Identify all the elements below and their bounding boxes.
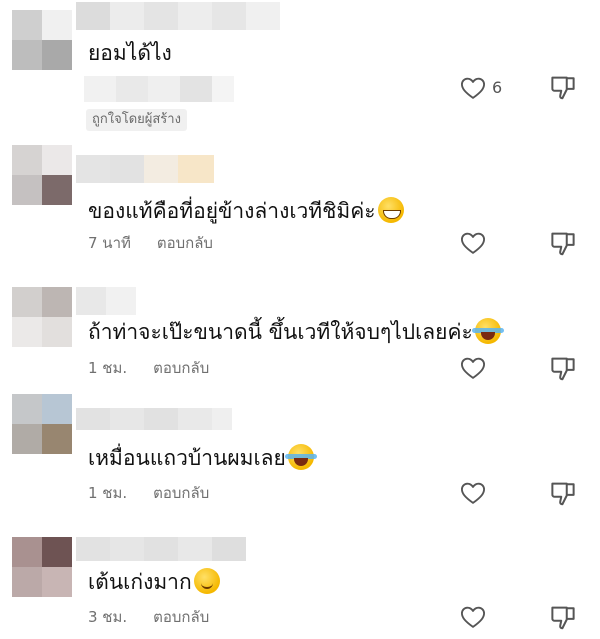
thumbs-down-outline-icon[interactable] [548,602,578,632]
timestamp: 1 ชม. [88,484,128,502]
comment-text-content: เต้นเก่งมาก [88,570,192,594]
creator-liked-badge: ถูกใจโดยผู้สร้าง [86,109,187,131]
username-blurred[interactable] [76,2,280,30]
timestamp: 1 ชม. [88,359,128,377]
like-count: 6 [492,78,503,97]
comment-text-content: ของแท้คือที่อยู่ข้างล่างเวทีชิมิค่ะ [88,199,376,223]
heart-outline-icon[interactable] [458,479,488,507]
reply-blurred [84,76,234,102]
comment-item: ของแท้คือที่อยู่ข้างล่างเวทีชิมิค่ะ 7 นา… [0,140,600,265]
comment-text: ของแท้คือที่อยู่ข้างล่างเวทีชิมิค่ะ [88,196,404,226]
username-blurred[interactable] [76,155,214,183]
thumbs-down-outline-icon[interactable] [548,478,578,508]
timestamp: 3 ชม. [88,608,128,626]
thumbs-down-outline-icon[interactable] [548,72,578,102]
comment-text-content: ถ้าท่าจะเป๊ะขนาดนี้ ขึ้นเวทีให้จบๆไปเลยค… [88,320,473,344]
comment-meta: 1 ชม. ตอบกลับ [88,482,209,504]
comment-text-content: เหมื่อนแถวบ้านผมเลย [88,446,286,470]
comments-list: ยอมได้ไง ถูกใจโดยผู้สร้าง 6 ของแท้คือที่… [0,0,600,639]
avatar[interactable] [12,394,72,454]
heart-outline-icon[interactable] [458,74,488,102]
smiling-face-emoji [193,568,220,594]
avatar[interactable] [12,537,72,597]
heart-outline-icon[interactable] [458,229,488,257]
reply-button[interactable]: ตอบกลับ [153,484,209,502]
username-blurred[interactable] [76,287,136,315]
comment-text: เต้นเก่งมาก [88,567,220,597]
avatar[interactable] [12,10,72,70]
username-blurred[interactable] [76,537,246,561]
reply-button[interactable]: ตอบกลับ [157,234,213,252]
comment-text: ยอมได้ไง [88,41,172,65]
thumbs-down-outline-icon[interactable] [548,353,578,383]
comment-text: ถ้าท่าจะเป๊ะขนาดนี้ ขึ้นเวทีให้จบๆไปเลยค… [88,317,504,347]
comment-item: ถ้าท่าจะเป๊ะขนาดนี้ ขึ้นเวทีให้จบๆไปเลยค… [0,265,600,390]
tears-of-joy-emoji [284,444,317,470]
avatar[interactable] [12,287,72,347]
grinning-face-emoji [377,197,404,223]
heart-outline-icon[interactable] [458,354,488,382]
comment-meta: 7 นาที ตอบกลับ [88,232,213,254]
thumbs-down-outline-icon[interactable] [548,228,578,258]
username-blurred[interactable] [76,408,232,430]
comment-meta: 1 ชม. ตอบกลับ [88,357,209,379]
comment-item: เต้นเก่งมาก 3 ชม. ตอบกลับ [0,515,600,639]
comment-item: ยอมได้ไง ถูกใจโดยผู้สร้าง 6 [0,0,600,140]
comment-item: เหมื่อนแถวบ้านผมเลย 1 ชม. ตอบกลับ [0,390,600,515]
avatar[interactable] [12,145,72,205]
reply-button[interactable]: ตอบกลับ [153,608,209,626]
heart-outline-icon[interactable] [458,603,488,631]
comment-text: เหมื่อนแถวบ้านผมเลย [88,443,317,473]
comment-meta: 3 ชม. ตอบกลับ [88,606,209,628]
timestamp: 7 นาที [88,234,131,252]
reply-button[interactable]: ตอบกลับ [153,359,209,377]
tears-of-joy-emoji [471,318,504,344]
